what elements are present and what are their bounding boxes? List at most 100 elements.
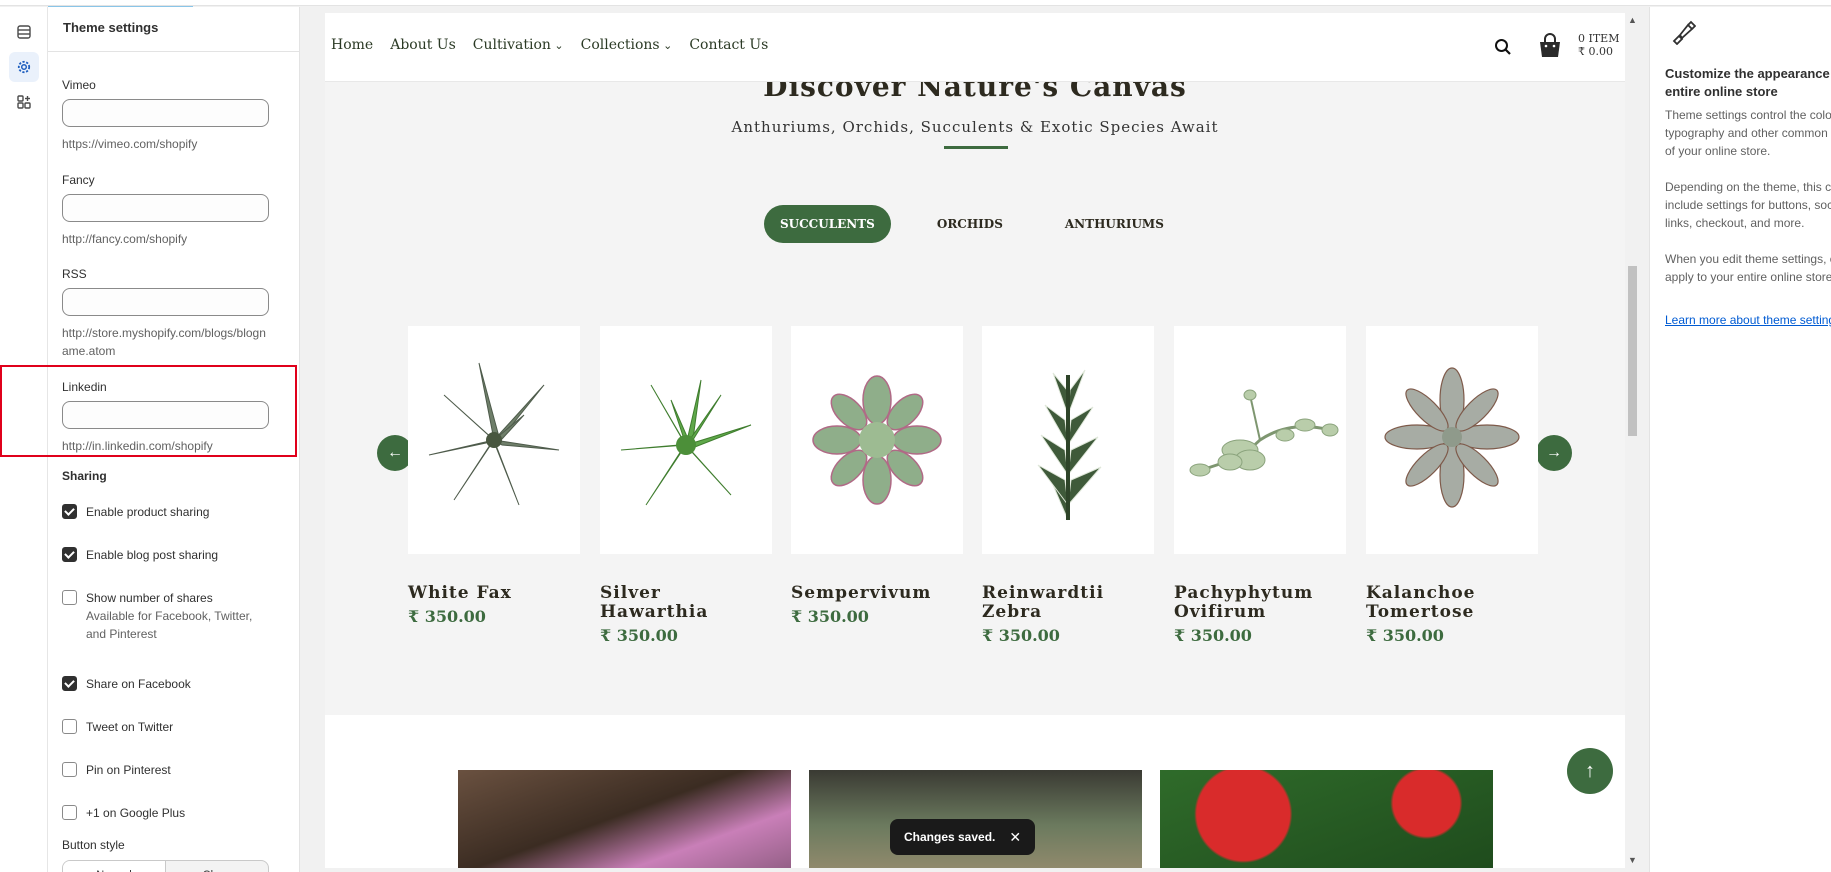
field-label: Vimeo	[62, 78, 96, 92]
checkbox-note: Available for Facebook, Twitter, and Pin…	[86, 609, 253, 641]
plant-image	[620, 379, 752, 506]
tab-succulents[interactable]: SUCCULENTS	[764, 205, 891, 243]
arrow-up-icon: ↑	[1585, 759, 1595, 782]
nav-about-us[interactable]: About Us	[390, 37, 456, 53]
checkbox-box[interactable]	[62, 719, 77, 734]
product-image[interactable]	[791, 326, 963, 554]
nav-home[interactable]: Home	[331, 37, 373, 53]
field-help: http://fancy.com/shopify	[62, 232, 188, 246]
scroll-down-icon[interactable]: ▼	[1628, 855, 1637, 865]
button-style-clean[interactable]: Clean	[166, 861, 268, 872]
plant-image	[1384, 367, 1520, 508]
show-number-of-shares-checkbox[interactable]: Show number of shares Available for Face…	[62, 589, 272, 643]
tab-orchids[interactable]: ORCHIDS	[921, 205, 1019, 243]
pin-on-pinterest-checkbox[interactable]: Pin on Pinterest	[62, 761, 272, 779]
checkbox-box[interactable]	[62, 676, 77, 691]
arrow-left-icon: ←	[387, 444, 403, 461]
shopping-bag-icon[interactable]	[1537, 33, 1563, 59]
toast-message: Changes saved.	[904, 830, 996, 844]
product-card[interactable]: Silver Hawarthia ₹ 350.00	[600, 326, 772, 645]
carousel-next-button[interactable]: →	[1536, 435, 1572, 471]
product-image[interactable]	[408, 326, 580, 554]
sections-button[interactable]	[9, 17, 39, 47]
nav-contact-us[interactable]: Contact Us	[689, 37, 768, 53]
close-icon[interactable]: ✕	[1009, 829, 1021, 846]
button-style-selector[interactable]: Normal Clean	[62, 860, 269, 872]
product-image[interactable]	[600, 326, 772, 554]
store-preview: Discover Nature's Canvas Home About Us C…	[325, 13, 1625, 868]
product-name[interactable]: White Fax	[408, 584, 580, 603]
cart-summary[interactable]: 0 ITEM ₹ 0.00	[1578, 32, 1619, 58]
product-price: ₹ 350.00	[982, 626, 1060, 645]
checkbox-box[interactable]	[62, 504, 77, 519]
scroll-up-icon[interactable]: ▲	[1628, 15, 1637, 25]
product-card[interactable]: Kalanchoe Tomertose ₹ 350.00	[1366, 326, 1538, 645]
checkbox-box[interactable]	[62, 805, 77, 820]
nav-collections[interactable]: Collections	[581, 37, 673, 53]
checkbox-label: Enable blog post sharing	[86, 548, 219, 562]
theme-settings-button[interactable]	[9, 52, 39, 82]
product-card[interactable]: Reinwardtii Zebra ₹ 350.00	[982, 326, 1154, 645]
changes-saved-toast: Changes saved. ✕	[890, 819, 1036, 855]
gear-icon	[17, 60, 31, 74]
field-help: https://vimeo.com/shopify	[62, 137, 198, 151]
tab-anthuriums[interactable]: ANTHURIUMS	[1049, 205, 1180, 243]
product-name[interactable]: Silver Hawarthia	[600, 584, 772, 622]
product-card[interactable]: Sempervivum ₹ 350.00	[791, 326, 963, 626]
scrollbar-thumb[interactable]	[1628, 266, 1637, 436]
button-style-normal[interactable]: Normal	[63, 861, 166, 872]
back-to-top-button[interactable]: ↑	[1567, 748, 1613, 794]
checkbox-label: Tweet on Twitter	[86, 720, 174, 734]
checkbox-box[interactable]	[62, 590, 77, 605]
collection-tabs: SUCCULENTS ORCHIDS ANTHURIUMS	[764, 205, 1210, 243]
tweet-on-twitter-checkbox[interactable]: Tweet on Twitter	[62, 718, 272, 736]
nav-cultivation[interactable]: Cultivation	[473, 37, 564, 53]
enable-product-sharing-checkbox[interactable]: Enable product sharing	[62, 503, 272, 521]
plant-image	[812, 375, 942, 505]
product-name[interactable]: Reinwardtii Zebra	[982, 584, 1154, 622]
product-price: ₹ 350.00	[1174, 626, 1252, 645]
enable-blog-post-sharing-checkbox[interactable]: Enable blog post sharing	[62, 546, 272, 564]
apps-button[interactable]	[9, 87, 39, 117]
vimeo-input[interactable]	[62, 99, 269, 127]
checkbox-label-group: Show number of shares Available for Face…	[86, 589, 272, 643]
hero-subtitle: Anthuriums, Orchids, Succulents & Exotic…	[731, 118, 1219, 136]
checkbox-label: Pin on Pinterest	[86, 763, 171, 777]
checkbox-label: Share on Facebook	[86, 677, 191, 691]
product-card[interactable]: White Fax ₹ 350.00	[408, 326, 580, 626]
info-title: Customize the appearance of your entire …	[1665, 66, 1831, 99]
product-price: ₹ 350.00	[791, 607, 869, 626]
product-name[interactable]: Pachyphytum Ovifirum	[1174, 584, 1346, 622]
plant-image	[1189, 389, 1339, 477]
field-help: http://store.myshopify.com/blogs/blognam…	[62, 326, 266, 358]
checkbox-label: Show number of shares	[86, 591, 213, 605]
share-on-facebook-checkbox[interactable]: Share on Facebook	[62, 675, 272, 693]
apps-icon	[17, 95, 31, 109]
linkedin-highlight-box	[0, 365, 297, 457]
checkbox-box[interactable]	[62, 762, 77, 777]
product-card[interactable]: Pachyphytum Ovifirum ₹ 350.00	[1174, 326, 1346, 645]
learn-more-link[interactable]: Learn more about theme settings	[1665, 313, 1831, 327]
main-nav: Home About Us Cultivation Collections Co…	[331, 37, 768, 53]
fancy-input[interactable]	[62, 194, 269, 222]
product-image[interactable]	[1366, 326, 1538, 554]
plant-image	[1037, 369, 1102, 521]
vimeo-field: Vimeo https://vimeo.com/shopify	[62, 78, 272, 153]
google-plus-checkbox[interactable]: +1 on Google Plus	[62, 804, 272, 822]
checkbox-box[interactable]	[62, 547, 77, 562]
hero-divider	[944, 146, 1008, 149]
product-name[interactable]: Kalanchoe Tomertose	[1366, 584, 1538, 622]
info-paragraph: When you edit theme settings, changes ap…	[1665, 252, 1831, 284]
anthurium-photo[interactable]	[1160, 770, 1493, 868]
preview-scrollbar[interactable]: ▲ ▼	[1625, 13, 1640, 868]
product-image[interactable]	[982, 326, 1154, 554]
rss-input[interactable]	[62, 288, 269, 316]
sections-icon	[17, 25, 31, 39]
orchid-photo[interactable]	[458, 770, 791, 868]
arrow-right-icon: →	[1546, 444, 1562, 461]
search-icon[interactable]	[1493, 37, 1513, 57]
button-style-label: Button style	[62, 838, 125, 852]
product-name[interactable]: Sempervivum	[791, 584, 963, 603]
plant-image	[428, 362, 560, 506]
product-image[interactable]	[1174, 326, 1346, 554]
